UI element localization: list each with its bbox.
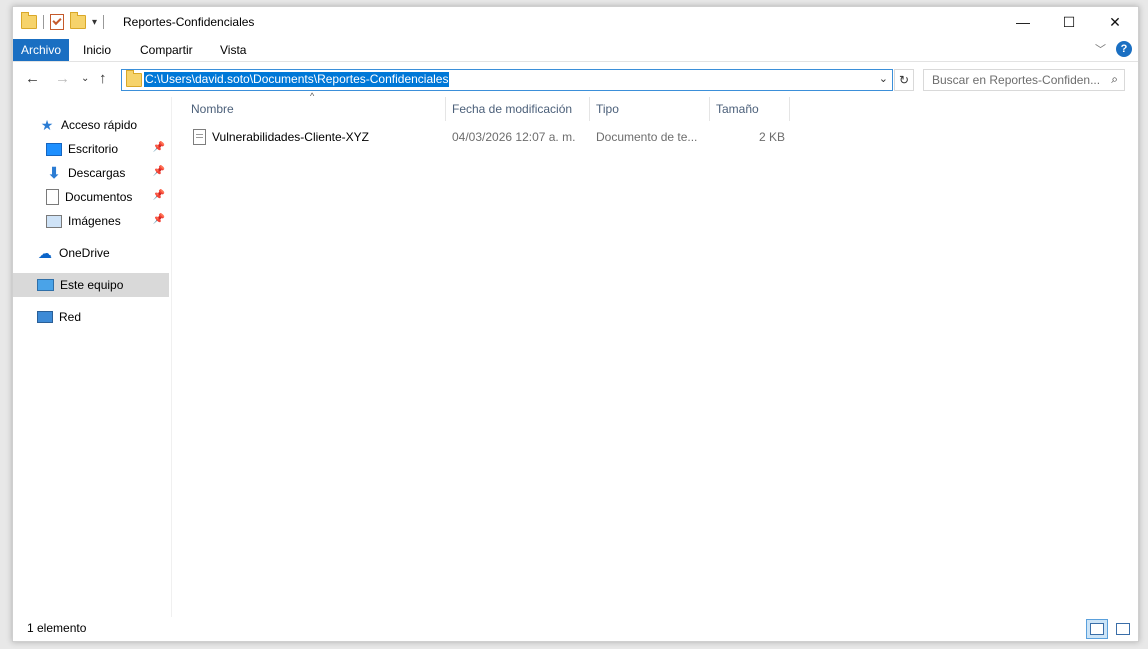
star-icon: ★ (40, 116, 54, 133)
view-switcher (1086, 619, 1134, 639)
ribbon-tabs: Archivo Inicio Compartir Vista ﹀ ? (13, 39, 1138, 62)
tab-inicio[interactable]: Inicio (83, 39, 111, 61)
refresh-icon[interactable]: ↻ (894, 69, 914, 91)
help-icon[interactable]: ? (1116, 41, 1132, 57)
search-placeholder: Buscar en Reportes-Confiden... (932, 73, 1101, 87)
column-divider[interactable] (709, 97, 710, 121)
minimize-button[interactable]: — (1000, 7, 1046, 37)
navigation-pane: ★ Acceso rápido Escritorio 📌 ⬇ Descargas… (13, 97, 172, 617)
file-name: Vulnerabilidades-Cliente-XYZ (212, 130, 369, 144)
properties-icon[interactable] (50, 14, 64, 30)
computer-icon (37, 279, 54, 291)
nav-item-label: Escritorio (68, 142, 119, 156)
nav-item-label: OneDrive (59, 246, 110, 260)
pin-icon: 📌 (152, 142, 165, 153)
tab-compartir[interactable]: Compartir (140, 39, 193, 61)
nav-item-descargas[interactable]: ⬇ Descargas 📌 (13, 161, 169, 185)
file-size: 2 KB (759, 130, 786, 144)
nav-item-label: Red (59, 310, 82, 324)
tab-vista[interactable]: Vista (220, 39, 246, 61)
details-view-icon[interactable] (1086, 619, 1108, 639)
maximize-button[interactable]: ☐ (1046, 7, 1092, 37)
pictures-icon (46, 214, 62, 228)
sort-ascending-icon: ^ (310, 91, 315, 101)
nav-item-label: Imágenes (68, 214, 121, 228)
new-folder-icon[interactable] (70, 12, 86, 29)
toolbar-divider (43, 15, 44, 29)
back-arrow-icon[interactable]: ← (25, 70, 40, 87)
nav-item-label: Este equipo (60, 278, 124, 292)
column-divider[interactable] (445, 97, 446, 121)
customize-toolbar-chevron-icon[interactable]: ▾ (92, 17, 97, 28)
column-divider[interactable] (789, 97, 790, 121)
status-item-count: 1 elemento (27, 621, 87, 635)
pin-icon: 📌 (152, 166, 165, 177)
column-divider[interactable] (589, 97, 590, 121)
window-controls: — ☐ ✕ (1000, 7, 1138, 37)
nav-item-imagenes[interactable]: Imágenes 📌 (13, 209, 169, 233)
nav-item-label: Documentos (65, 190, 133, 204)
forward-arrow-icon[interactable]: → (55, 70, 70, 87)
pin-icon: 📌 (152, 214, 165, 225)
pin-icon: 📌 (152, 190, 165, 201)
close-button[interactable]: ✕ (1092, 7, 1138, 37)
nav-item-este-equipo[interactable]: Este equipo (13, 273, 169, 297)
ribbon-actions: ﹀ ? (1095, 41, 1132, 57)
column-header-fecha[interactable]: Fecha de modificación (452, 95, 572, 123)
file-modified: 04/03/2026 12:07 a. m. (452, 130, 576, 144)
quick-access-toolbar: ▾ (21, 12, 105, 30)
nav-item-red[interactable]: Red (13, 305, 169, 329)
nav-item-escritorio[interactable]: Escritorio 📌 (13, 137, 169, 161)
expand-ribbon-chevron-icon[interactable]: ﹀ (1095, 41, 1106, 57)
toolbar-divider (103, 15, 105, 29)
file-type: Documento de te... (596, 130, 698, 144)
window-title: Reportes-Confidenciales (123, 15, 255, 29)
search-input[interactable]: Buscar en Reportes-Confiden... ⌕ (923, 69, 1125, 91)
network-icon (37, 311, 53, 323)
tab-archivo[interactable]: Archivo (13, 39, 69, 61)
nav-item-label: Acceso rápido (61, 118, 138, 132)
nav-item-onedrive[interactable]: ☁ OneDrive (13, 241, 169, 265)
nav-item-label: Descargas (68, 166, 126, 180)
desktop-icon (46, 142, 62, 156)
nav-item-quick-access[interactable]: ★ Acceso rápido (13, 113, 169, 137)
text-file-icon (193, 129, 206, 145)
address-bar[interactable]: C:\Users\david.soto\Documents\Reportes-C… (121, 69, 893, 91)
documents-icon (46, 189, 59, 205)
up-arrow-icon[interactable]: ↑ (99, 70, 107, 87)
large-icons-view-icon[interactable] (1112, 619, 1134, 639)
recent-locations-chevron-icon[interactable]: ⌄ (81, 73, 89, 84)
folder-icon (21, 12, 37, 29)
column-header-tipo[interactable]: Tipo (596, 95, 619, 123)
column-header-tamano[interactable]: Tamaño (716, 95, 759, 123)
title-bar: ▾ Reportes-Confidenciales — ☐ ✕ (13, 7, 1138, 37)
file-explorer-window: ▾ Reportes-Confidenciales — ☐ ✕ Archivo … (12, 6, 1139, 642)
address-folder-icon (126, 70, 142, 87)
navigation-bar: ← → ⌄ ↑ C:\Users\david.soto\Documents\Re… (13, 67, 1138, 93)
address-history-chevron-icon[interactable]: ⌄ (879, 72, 888, 85)
cloud-icon: ☁ (38, 244, 52, 261)
file-row[interactable]: Vulnerabilidades-Cliente-XYZ 04/03/2026 … (185, 126, 795, 148)
nav-item-documentos[interactable]: Documentos 📌 (13, 185, 169, 209)
address-path[interactable]: C:\Users\david.soto\Documents\Reportes-C… (144, 72, 450, 87)
column-header-nombre[interactable]: Nombre (191, 95, 234, 123)
download-arrow-icon: ⬇ (47, 165, 61, 182)
search-icon[interactable]: ⌕ (1111, 72, 1118, 87)
